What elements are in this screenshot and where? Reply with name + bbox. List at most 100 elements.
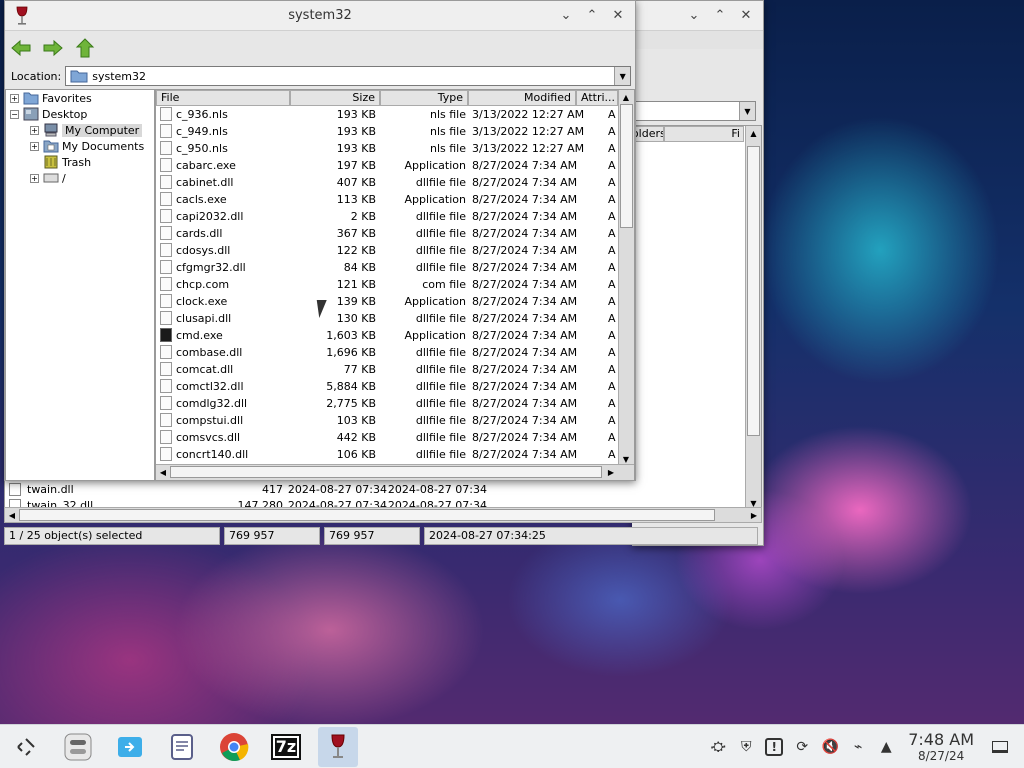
network-share-icon[interactable]: ⛮ [704, 733, 732, 761]
scroll-right-icon[interactable]: ▶ [604, 465, 618, 479]
scroll-up-icon[interactable]: ▲ [746, 126, 761, 140]
chrome-button[interactable] [214, 727, 254, 767]
overview-button[interactable] [58, 727, 98, 767]
table-row[interactable]: c_949.nls 193 KB nls file 3/13/2022 12:27 A… [156, 123, 618, 140]
shield-icon[interactable]: ⛨ [732, 733, 760, 761]
table-row[interactable]: c_936.nls 193 KB nls file 3/13/2022 12:27 A… [156, 106, 618, 123]
table-row[interactable]: c_950.nls 193 KB nls file 3/13/2022 12:27 A… [156, 140, 618, 157]
table-row[interactable]: cabarc.exe 197 KB Application 8/27/2024 7:3… [156, 157, 618, 174]
column-header-attributes[interactable]: Attri... [576, 90, 618, 106]
table-row[interactable]: comdlg32.dll 2,775 KB dllfile file 8/27/202… [156, 395, 618, 412]
horizontal-scrollbar[interactable]: ◀ ▶ [156, 464, 634, 480]
notification-alert-icon[interactable]: ! [760, 733, 788, 761]
wine-glass-icon[interactable] [9, 3, 35, 29]
table-row[interactable]: comsvcs.dll 442 KB dllfile file 8/27/2024 7… [156, 429, 618, 446]
scrollbar-thumb[interactable] [747, 146, 760, 436]
horizontal-scrollbar[interactable]: ◀ ▶ [4, 507, 762, 523]
vertical-scrollbar[interactable]: ▲ ▼ [618, 90, 634, 466]
wine-button[interactable] [318, 726, 358, 767]
text-editor-button[interactable] [162, 727, 202, 767]
chevron-up-icon[interactable]: ⌃ [581, 5, 603, 27]
file-name: comdlg32.dll [176, 397, 248, 410]
close-icon[interactable]: ✕ [735, 5, 757, 27]
column-header-size[interactable]: Size [290, 90, 380, 106]
background-window-titlebar[interactable]: ⌄ ⌃ ✕ [632, 1, 763, 31]
column-header-file[interactable]: File [156, 90, 290, 106]
chevron-up-icon[interactable]: ⌃ [709, 5, 731, 27]
tree-item-my-documents[interactable]: + My Documents [30, 138, 144, 154]
location-combo[interactable]: system32 ▼ [65, 66, 632, 86]
scroll-up-icon[interactable]: ▲ [619, 90, 633, 104]
table-row[interactable]: chcp.com 121 KB com file 8/27/2024 7:34 AM A [156, 276, 618, 293]
table-row[interactable]: comcat.dll 77 KB dllfile file 8/27/2024 7:3… [156, 361, 618, 378]
table-row[interactable]: cards.dll 367 KB dllfile file 8/27/2024 7:3… [156, 225, 618, 242]
window-titlebar[interactable]: system32 ⌄ ⌃ ✕ [5, 1, 635, 31]
scroll-right-icon[interactable]: ▶ [747, 508, 761, 522]
expand-icon[interactable]: + [30, 141, 39, 151]
update-icon[interactable]: ⟳ [788, 733, 816, 761]
expand-icon[interactable]: + [30, 173, 39, 183]
file-size: 77 KB [343, 363, 376, 376]
table-row[interactable]: combase.dll 1,696 KB dllfile file 8/27/2024… [156, 344, 618, 361]
tree-item-my-computer[interactable]: + My Computer [30, 122, 143, 138]
path-combo[interactable]: ▼ [632, 101, 756, 121]
table-row[interactable]: clock.exe 139 KB Application 8/27/2024 7:34… [156, 293, 618, 310]
table-row[interactable]: cdosys.dll 122 KB dllfile file 8/27/2024 7:… [156, 242, 618, 259]
chevron-down-icon[interactable]: ⌄ [683, 5, 705, 27]
tree-item-trash[interactable]: Trash [43, 154, 91, 170]
7zip-button[interactable]: 7z [266, 727, 306, 767]
app-launcher-button[interactable] [6, 727, 46, 767]
file-size: 122 KB [336, 244, 376, 257]
dropdown-arrow-icon[interactable]: ▼ [739, 102, 755, 120]
folder-tree[interactable]: + Favorites − Desktop + My Computer + My… [5, 89, 155, 481]
scrollbar-thumb[interactable] [19, 509, 715, 521]
scroll-left-icon[interactable]: ◀ [156, 465, 170, 479]
expand-icon[interactable]: + [10, 93, 19, 103]
scroll-left-icon[interactable]: ◀ [5, 508, 19, 522]
column-header-type[interactable]: Type [380, 90, 468, 106]
table-row[interactable]: cmd.exe 1,603 KB Application 8/27/2024 7:34… [156, 327, 618, 344]
show-desktop-icon[interactable] [986, 733, 1014, 761]
tree-item-root[interactable]: + / [30, 170, 66, 186]
table-row[interactable]: cabinet.dll 407 KB dllfile file 8/27/2024 7… [156, 174, 618, 191]
table-row[interactable]: concrt140.dll 106 KB dllfile file 8/27/2024… [156, 446, 618, 463]
file-attributes: A [608, 244, 616, 257]
file-type: dllfile file [415, 397, 466, 410]
column-header-modified[interactable]: Modified [468, 90, 576, 106]
chevron-up-icon[interactable]: ▲ [872, 733, 900, 761]
file-size: 442 KB [336, 431, 376, 444]
file-type: dllfile file [415, 227, 466, 240]
file-modified: 8/27/2024 7:34 AM [472, 414, 578, 427]
vertical-scrollbar[interactable]: ▲ ▼ [745, 126, 761, 510]
collapse-icon[interactable]: − [10, 109, 19, 119]
tree-item-desktop[interactable]: − Desktop [10, 106, 87, 122]
up-button[interactable] [73, 36, 97, 60]
volume-muted-icon[interactable]: 🔇 [816, 733, 844, 761]
table-row[interactable]: clusapi.dll 130 KB dllfile file 8/27/2024 7… [156, 310, 618, 327]
forward-button[interactable] [41, 36, 65, 60]
scrollbar-thumb[interactable] [620, 104, 633, 228]
background-file-list[interactable]: Folders Fi ▲ ▼ [632, 125, 762, 510]
table-row[interactable]: capi2032.dll 2 KB dllfile file 8/27/2024 7:… [156, 208, 618, 225]
status-size: 769 957 [224, 527, 320, 545]
dropdown-arrow-icon[interactable]: ▼ [614, 67, 631, 85]
file-attributes: A [608, 227, 616, 240]
file-manager-button[interactable] [110, 727, 150, 767]
file-type: dllfile file [415, 363, 466, 376]
file-list[interactable]: File Size Type Modified Attri... c_936.n… [155, 89, 635, 481]
table-row[interactable]: twain.dll 417 2024-08-27 07:34 2024-08-2… [5, 481, 632, 497]
tree-item-favorites[interactable]: + Favorites [10, 90, 92, 106]
chevron-down-icon[interactable]: ⌄ [555, 5, 577, 27]
expand-icon[interactable]: + [30, 125, 39, 135]
clock[interactable]: 7:48 AM 8/27/24 [908, 731, 974, 764]
table-row[interactable]: cacls.exe 113 KB Application 8/27/2024 7:34… [156, 191, 618, 208]
usb-device-icon[interactable]: ⌁ [844, 733, 872, 761]
close-icon[interactable]: ✕ [607, 5, 629, 27]
column-header-fi[interactable]: Fi [664, 126, 744, 142]
table-row[interactable]: cfgmgr32.dll 84 KB dllfile file 8/27/2024 7… [156, 259, 618, 276]
column-header-folders[interactable]: Folders [632, 126, 664, 142]
table-row[interactable]: compstui.dll 103 KB dllfile file 8/27/2024 … [156, 412, 618, 429]
back-button[interactable] [9, 36, 33, 60]
scrollbar-thumb[interactable] [170, 466, 602, 478]
table-row[interactable]: comctl32.dll 5,884 KB dllfile file 8/27/202… [156, 378, 618, 395]
